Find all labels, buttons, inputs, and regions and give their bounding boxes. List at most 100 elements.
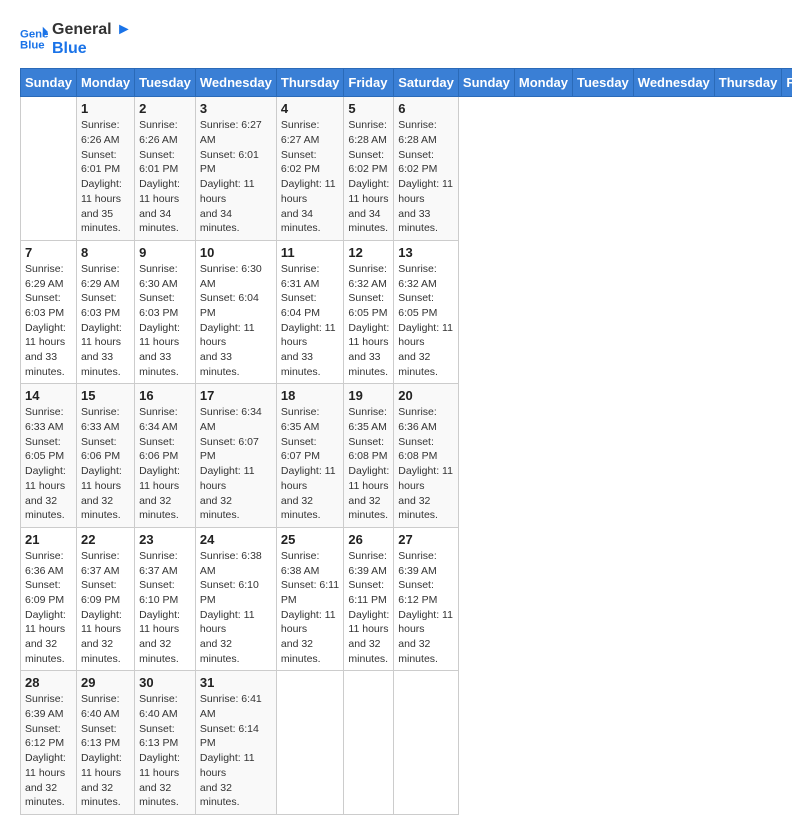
day-info: Sunrise: 6:27 AM Sunset: 6:01 PM Dayligh…	[200, 118, 272, 236]
day-info: Sunrise: 6:32 AM Sunset: 6:05 PM Dayligh…	[398, 262, 454, 380]
day-number: 20	[398, 388, 454, 403]
day-info: Sunrise: 6:28 AM Sunset: 6:02 PM Dayligh…	[398, 118, 454, 236]
svg-text:Blue: Blue	[20, 40, 45, 52]
calendar-cell: 10Sunrise: 6:30 AM Sunset: 6:04 PM Dayli…	[195, 240, 276, 384]
day-info: Sunrise: 6:39 AM Sunset: 6:11 PM Dayligh…	[348, 549, 389, 667]
calendar-cell: 14Sunrise: 6:33 AM Sunset: 6:05 PM Dayli…	[21, 384, 77, 528]
week-row-5: 28 Sunrise: 6:39 AM Sunset: 6:12 PM Dayli…	[21, 671, 792, 815]
day-info: Sunrise: 6:39 AM Sunset: 6:12 PM Dayligh…	[25, 692, 72, 810]
day-info: Sunrise: 6:40 AM Sunset: 6:13 PM Dayligh…	[81, 692, 130, 810]
day-info: Sunrise: 6:30 AM Sunset: 6:03 PM Dayligh…	[139, 262, 191, 380]
day-info: Sunrise: 6:38 AM Sunset: 6:11 PM Dayligh…	[281, 549, 340, 667]
calendar-cell: 9 Sunrise: 6:30 AM Sunset: 6:03 PM Daylig…	[135, 240, 196, 384]
header-thursday: Thursday	[276, 69, 344, 97]
calendar-cell: 6 Sunrise: 6:28 AM Sunset: 6:02 PM Daylig…	[394, 97, 459, 241]
week-row-3: 14Sunrise: 6:33 AM Sunset: 6:05 PM Dayli…	[21, 384, 792, 528]
calendar-cell: 19 Sunrise: 6:35 AM Sunset: 6:08 PM Dayli…	[344, 384, 394, 528]
calendar-cell: 21Sunrise: 6:36 AM Sunset: 6:09 PM Dayli…	[21, 527, 77, 671]
calendar-cell	[394, 671, 459, 815]
calendar-cell: 31 Sunrise: 6:41 AM Sunset: 6:14 PM Dayli…	[195, 671, 276, 815]
logo-line1: General ►	[52, 20, 132, 39]
day-info: Sunrise: 6:35 AM Sunset: 6:07 PM Dayligh…	[281, 405, 340, 523]
day-number: 31	[200, 675, 272, 690]
header-tuesday: Tuesday	[135, 69, 196, 97]
day-number: 1	[81, 101, 130, 116]
header-saturday: Saturday	[394, 69, 459, 97]
day-info: Sunrise: 6:32 AM Sunset: 6:05 PM Dayligh…	[348, 262, 389, 380]
calendar-cell	[344, 671, 394, 815]
week-row-2: 7 Sunrise: 6:29 AM Sunset: 6:03 PM Daylig…	[21, 240, 792, 384]
calendar-cell: 3 Sunrise: 6:27 AM Sunset: 6:01 PM Daylig…	[195, 97, 276, 241]
header-wednesday: Wednesday	[195, 69, 276, 97]
logo-icon: General Blue	[20, 25, 48, 53]
day-number: 19	[348, 388, 389, 403]
day-info: Sunrise: 6:34 AM Sunset: 6:06 PM Dayligh…	[139, 405, 191, 523]
day-info: Sunrise: 6:36 AM Sunset: 6:08 PM Dayligh…	[398, 405, 454, 523]
day-info: Sunrise: 6:27 AM Sunset: 6:02 PM Dayligh…	[281, 118, 340, 236]
day-number: 9	[139, 245, 191, 260]
col-header-thursday: Thursday	[714, 69, 782, 97]
day-number: 4	[281, 101, 340, 116]
day-number: 21	[25, 532, 72, 547]
day-info: Sunrise: 6:35 AM Sunset: 6:08 PM Dayligh…	[348, 405, 389, 523]
header-monday: Monday	[76, 69, 134, 97]
calendar-cell: 26 Sunrise: 6:39 AM Sunset: 6:11 PM Dayli…	[344, 527, 394, 671]
day-info: Sunrise: 6:38 AM Sunset: 6:10 PM Dayligh…	[200, 549, 272, 667]
week-row-4: 21Sunrise: 6:36 AM Sunset: 6:09 PM Dayli…	[21, 527, 792, 671]
day-number: 14	[25, 388, 72, 403]
day-info: Sunrise: 6:34 AM Sunset: 6:07 PM Dayligh…	[200, 405, 272, 523]
calendar-cell: 15Sunrise: 6:33 AM Sunset: 6:06 PM Dayli…	[76, 384, 134, 528]
col-header-friday: Friday	[782, 69, 792, 97]
calendar-cell: 16 Sunrise: 6:34 AM Sunset: 6:06 PM Dayli…	[135, 384, 196, 528]
day-number: 29	[81, 675, 130, 690]
logo-line2: Blue	[52, 39, 132, 58]
calendar-cell: 8Sunrise: 6:29 AM Sunset: 6:03 PM Daylig…	[76, 240, 134, 384]
calendar-cell: 29 Sunrise: 6:40 AM Sunset: 6:13 PM Dayli…	[76, 671, 134, 815]
calendar-cell: 27 Sunrise: 6:39 AM Sunset: 6:12 PM Dayli…	[394, 527, 459, 671]
calendar-cell	[21, 97, 77, 241]
col-header-tuesday: Tuesday	[573, 69, 634, 97]
day-info: Sunrise: 6:39 AM Sunset: 6:12 PM Dayligh…	[398, 549, 454, 667]
calendar-cell	[276, 671, 344, 815]
calendar-cell: 23 Sunrise: 6:37 AM Sunset: 6:10 PM Dayli…	[135, 527, 196, 671]
day-number: 27	[398, 532, 454, 547]
day-number: 17	[200, 388, 272, 403]
calendar-cell: 18 Sunrise: 6:35 AM Sunset: 6:07 PM Dayli…	[276, 384, 344, 528]
day-info: Sunrise: 6:40 AM Sunset: 6:13 PM Dayligh…	[139, 692, 191, 810]
day-number: 12	[348, 245, 389, 260]
calendar-cell: 24 Sunrise: 6:38 AM Sunset: 6:10 PM Dayli…	[195, 527, 276, 671]
day-number: 7	[25, 245, 72, 260]
day-number: 30	[139, 675, 191, 690]
day-number: 25	[281, 532, 340, 547]
col-header-wednesday: Wednesday	[633, 69, 714, 97]
day-number: 26	[348, 532, 389, 547]
day-info: Sunrise: 6:37 AM Sunset: 6:09 PM Dayligh…	[81, 549, 130, 667]
calendar-cell: 4 Sunrise: 6:27 AM Sunset: 6:02 PM Daylig…	[276, 97, 344, 241]
day-number: 2	[139, 101, 191, 116]
day-number: 6	[398, 101, 454, 116]
day-number: 24	[200, 532, 272, 547]
day-number: 22	[81, 532, 130, 547]
calendar-cell: 5Sunrise: 6:28 AM Sunset: 6:02 PM Daylig…	[344, 97, 394, 241]
calendar-header-row: SundayMondayTuesdayWednesdayThursdayFrid…	[21, 69, 792, 97]
calendar-cell: 12 Sunrise: 6:32 AM Sunset: 6:05 PM Dayli…	[344, 240, 394, 384]
day-info: Sunrise: 6:33 AM Sunset: 6:06 PM Dayligh…	[81, 405, 130, 523]
header-sunday: Sunday	[21, 69, 77, 97]
calendar-cell: 17 Sunrise: 6:34 AM Sunset: 6:07 PM Dayli…	[195, 384, 276, 528]
day-number: 18	[281, 388, 340, 403]
calendar-table: SundayMondayTuesdayWednesdayThursdayFrid…	[20, 68, 792, 815]
day-info: Sunrise: 6:37 AM Sunset: 6:10 PM Dayligh…	[139, 549, 191, 667]
calendar-cell: 7Sunrise: 6:29 AM Sunset: 6:03 PM Daylig…	[21, 240, 77, 384]
day-info: Sunrise: 6:29 AM Sunset: 6:03 PM Dayligh…	[81, 262, 130, 380]
day-info: Sunrise: 6:30 AM Sunset: 6:04 PM Dayligh…	[200, 262, 272, 380]
day-number: 3	[200, 101, 272, 116]
day-info: Sunrise: 6:26 AM Sunset: 6:01 PM Dayligh…	[81, 118, 130, 236]
calendar-cell: 30 Sunrise: 6:40 AM Sunset: 6:13 PM Dayli…	[135, 671, 196, 815]
day-number: 23	[139, 532, 191, 547]
calendar-cell: 1 Sunrise: 6:26 AM Sunset: 6:01 PM Daylig…	[76, 97, 134, 241]
day-number: 16	[139, 388, 191, 403]
calendar-cell: 2Sunrise: 6:26 AM Sunset: 6:01 PM Daylig…	[135, 97, 196, 241]
col-header-sunday: Sunday	[458, 69, 514, 97]
day-number: 28	[25, 675, 72, 690]
day-info: Sunrise: 6:41 AM Sunset: 6:14 PM Dayligh…	[200, 692, 272, 810]
